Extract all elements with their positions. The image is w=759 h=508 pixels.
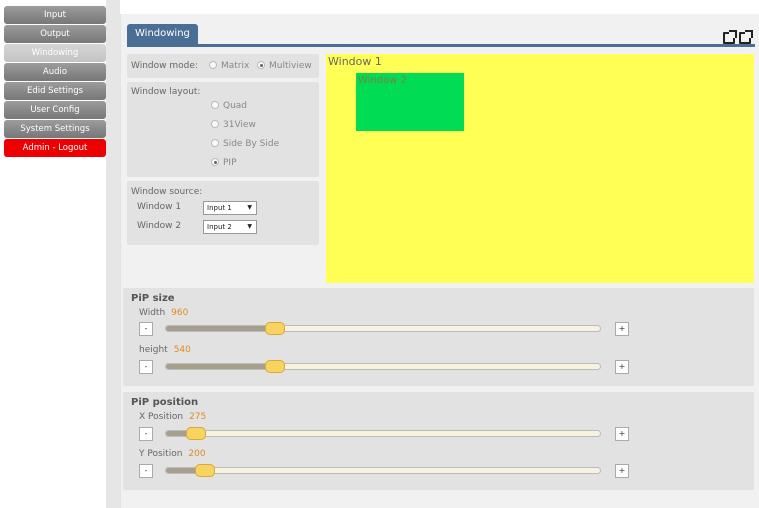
height-plus-button[interactable]: + — [615, 360, 629, 374]
slider-thumb[interactable] — [264, 322, 285, 335]
y-position-slider[interactable] — [165, 464, 601, 477]
window2-source-select[interactable]: Input 2 ▼ — [203, 220, 257, 234]
layout-option-label: PIP — [223, 158, 237, 168]
radio-icon[interactable] — [211, 101, 219, 109]
window-mode-label: Window mode: — [131, 61, 198, 71]
main-panel: Windowing Window mode: Matrix Multiview … — [120, 14, 759, 508]
window-preview: Window 1 Window 2 — [326, 54, 754, 283]
window2-source-label: Window 2 — [137, 221, 182, 231]
window-layout-label: Window layout: — [131, 87, 201, 97]
layout-option-pip[interactable]: PIP — [211, 158, 237, 168]
window1-source-label: Window 1 — [137, 202, 182, 212]
height-slider[interactable] — [165, 360, 601, 373]
window1-preview-label: Window 1 — [328, 55, 382, 68]
y-position-plus-button[interactable]: + — [615, 464, 629, 478]
pip-position-panel: PiP position X Position 275 - + Y Positio… — [123, 392, 754, 490]
width-minus-button[interactable]: - — [139, 322, 153, 336]
window-mode-panel: Window mode: Matrix Multiview — [127, 54, 319, 78]
width-slider[interactable] — [165, 322, 601, 335]
window1-source-select[interactable]: Input 1 ▼ — [203, 201, 257, 215]
popout-icon[interactable] — [739, 30, 753, 44]
width-value: 960 — [171, 308, 189, 318]
window2-preview[interactable]: Window 2 — [356, 73, 464, 131]
width-plus-button[interactable]: + — [615, 322, 629, 336]
nav-item-edid-settings[interactable]: Edid Settings — [4, 82, 106, 100]
height-row: height 540 — [139, 345, 191, 355]
layout-option-label: 31View — [223, 120, 256, 130]
select-value: Input 1 — [207, 204, 232, 212]
nav-item-admin-logout[interactable]: Admin - Logout — [4, 139, 106, 157]
x-position-row: X Position 275 — [139, 412, 206, 422]
window-source-label: Window source: — [131, 187, 203, 197]
window-layout-panel: Window layout: Quad 31View Side By Side … — [127, 82, 319, 177]
mode-option-label: Multiview — [269, 61, 312, 71]
nav-item-audio[interactable]: Audio — [4, 63, 106, 81]
x-position-slider[interactable] — [165, 427, 601, 440]
slider-thumb[interactable] — [186, 427, 207, 440]
slider-fill — [166, 364, 275, 369]
mode-option-matrix[interactable]: Matrix — [209, 61, 249, 71]
radio-icon[interactable] — [211, 139, 219, 147]
slider-thumb[interactable] — [195, 464, 216, 477]
nav-item-windowing[interactable]: Windowing — [4, 44, 106, 62]
pip-position-title: PiP position — [131, 397, 199, 408]
nav-item-user-config[interactable]: User Config — [4, 101, 106, 119]
nav-item-input[interactable]: Input — [4, 6, 106, 24]
y-position-value: 200 — [188, 449, 206, 459]
select-value: Input 2 — [207, 223, 232, 231]
chevron-down-icon: ▼ — [247, 204, 252, 211]
radio-selected-icon[interactable] — [211, 158, 219, 166]
layout-option-31view[interactable]: 31View — [211, 120, 256, 130]
window2-preview-label: Window 2 — [358, 75, 407, 86]
y-position-row: Y Position 200 — [139, 449, 206, 459]
height-label: height — [139, 345, 168, 355]
restore-icon[interactable] — [723, 30, 737, 44]
layout-option-label: Side By Side — [223, 139, 280, 149]
mode-option-multiview[interactable]: Multiview — [257, 61, 312, 71]
layout-option-label: Quad — [223, 101, 248, 111]
mode-option-label: Matrix — [221, 61, 250, 71]
nav-item-system-settings[interactable]: System Settings — [4, 120, 106, 138]
window-source-panel: Window source: Window 1 Input 1 ▼ Window … — [127, 181, 319, 245]
y-position-label: Y Position — [139, 449, 183, 459]
window-icons — [723, 30, 753, 44]
pip-size-title: PiP size — [131, 293, 175, 304]
radio-icon[interactable] — [211, 120, 219, 128]
x-position-minus-button[interactable]: - — [139, 427, 153, 441]
x-position-label: X Position — [139, 412, 184, 422]
height-minus-button[interactable]: - — [139, 360, 153, 374]
layout-option-side-by-side[interactable]: Side By Side — [211, 139, 279, 149]
width-row: Width 960 — [139, 308, 188, 318]
sidebar-strip — [106, 0, 120, 508]
slider-thumb[interactable] — [264, 360, 285, 373]
height-value: 540 — [173, 345, 191, 355]
layout-option-quad[interactable]: Quad — [211, 101, 247, 111]
radio-selected-icon[interactable] — [257, 61, 265, 69]
x-position-value: 275 — [189, 412, 207, 422]
chevron-down-icon: ▼ — [247, 223, 252, 230]
sidebar: Input Output Windowing Audio Edid Settin… — [0, 6, 108, 158]
nav-item-output[interactable]: Output — [4, 25, 106, 43]
tab-windowing[interactable]: Windowing — [127, 24, 198, 44]
x-position-plus-button[interactable]: + — [615, 427, 629, 441]
pip-size-panel: PiP size Width 960 - + height 540 - + — [123, 288, 754, 386]
radio-icon[interactable] — [209, 61, 217, 69]
slider-fill — [166, 326, 275, 331]
tab-underline — [127, 44, 755, 47]
y-position-minus-button[interactable]: - — [139, 464, 153, 478]
width-label: Width — [139, 308, 166, 318]
